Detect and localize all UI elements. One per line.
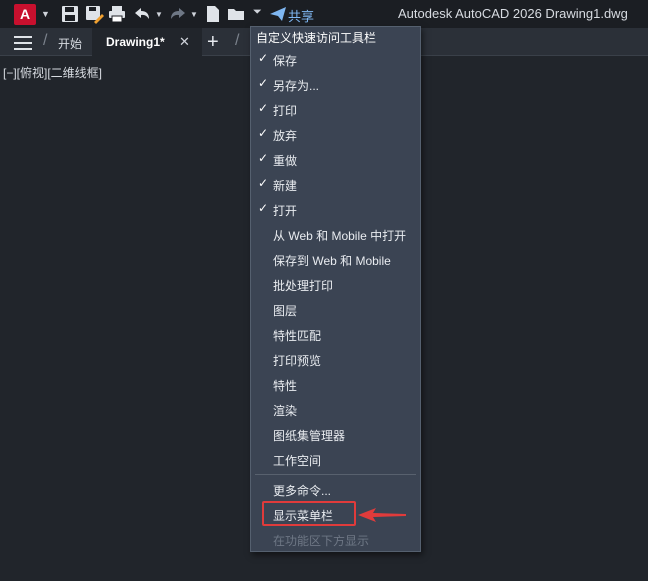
menu-item-plot-preview[interactable]: 打印预览 [251, 347, 420, 372]
menu-item-label: 从 Web 和 Mobile 中打开 [273, 229, 407, 243]
tab-divider: / [235, 32, 240, 49]
menu-item-label: 打印预览 [273, 354, 322, 368]
add-tab-button[interactable]: + [207, 32, 219, 52]
save-as-icon[interactable] [84, 4, 104, 24]
check-icon: ✓ [258, 76, 269, 90]
menu-item-label: 更多命令... [273, 484, 332, 498]
menu-item-workspace[interactable]: 工作空间 [251, 447, 420, 472]
tab-start[interactable]: 开始 [58, 35, 82, 52]
menu-item-label: 工作空间 [273, 454, 322, 468]
check-icon: ✓ [258, 51, 269, 65]
tab-drawing1-label: Drawing1* [106, 35, 165, 49]
tab-drawing1[interactable]: Drawing1* ✕ [92, 28, 202, 56]
menu-item-sheet-set-manager[interactable]: 图纸集管理器 [251, 422, 420, 447]
menu-item-label: 图纸集管理器 [273, 429, 346, 443]
new-icon[interactable] [203, 4, 223, 24]
menu-item-label: 新建 [273, 179, 298, 193]
share-label[interactable]: 共享 [288, 6, 314, 25]
menu-item-save[interactable]: ✓ 保存 [251, 47, 420, 72]
menu-item-match-properties[interactable]: 特性匹配 [251, 322, 420, 347]
menu-item-properties[interactable]: 特性 [251, 372, 420, 397]
annotation-arrow-icon [358, 508, 406, 522]
menu-item-label: 渲染 [273, 404, 298, 418]
undo-icon[interactable] [132, 4, 152, 24]
print-icon[interactable] [107, 4, 127, 24]
menu-item-label: 保存到 Web 和 Mobile [273, 254, 391, 268]
check-icon: ✓ [258, 126, 269, 140]
menu-item-label: 另存为... [273, 79, 320, 93]
menu-item-label: 在功能区下方显示 [273, 534, 370, 548]
menu-item-label: 打开 [273, 204, 298, 218]
redo-chevron-down-icon[interactable]: ▼ [190, 10, 198, 19]
menu-item-label: 放弃 [273, 129, 298, 143]
check-icon: ✓ [258, 201, 269, 215]
menu-item-undo[interactable]: ✓ 放弃 [251, 122, 420, 147]
hamburger-menu-icon[interactable] [14, 36, 32, 50]
menu-item-new[interactable]: ✓ 新建 [251, 172, 420, 197]
customize-dropdown-icon[interactable]: ⏷ [253, 6, 262, 19]
annotation-highlight-box [262, 501, 356, 526]
menu-item-label: 保存 [273, 54, 298, 68]
close-icon[interactable]: ✕ [179, 34, 190, 50]
redo-icon[interactable] [168, 4, 188, 24]
menu-item-open-from-web-mobile[interactable]: 从 Web 和 Mobile 中打开 [251, 222, 420, 247]
undo-chevron-down-icon[interactable]: ▼ [155, 10, 163, 19]
menu-item-layers[interactable]: 图层 [251, 297, 420, 322]
save-icon[interactable] [60, 4, 80, 24]
customize-quick-access-toolbar-menu: 自定义快速访问工具栏 ✓ 保存 ✓ 另存为... ✓ 打印 ✓ 放弃 ✓ 重做 ✓ 新建 ✓… [250, 26, 421, 552]
check-icon: ✓ [258, 101, 269, 115]
menu-item-label: 特性匹配 [273, 329, 322, 343]
open-icon[interactable] [226, 4, 246, 24]
menu-item-open[interactable]: ✓ 打开 [251, 197, 420, 222]
menu-item-label: 打印 [273, 104, 298, 118]
menu-item-label: 特性 [273, 379, 298, 393]
menu-item-label: 批处理打印 [273, 279, 334, 293]
share-icon[interactable] [268, 4, 288, 24]
menu-item-label: 图层 [273, 304, 298, 318]
menu-item-batch-plot[interactable]: 批处理打印 [251, 272, 420, 297]
menu-divider [255, 474, 416, 475]
check-icon: ✓ [258, 151, 269, 165]
menu-item-save-as[interactable]: ✓ 另存为... [251, 72, 420, 97]
menu-item-save-to-web-mobile[interactable]: 保存到 Web 和 Mobile [251, 247, 420, 272]
title-bar: A ▼ ▼ ▼ ⏷ 共享 Autodesk AutoCAD 2026 Drawi… [0, 0, 648, 28]
menu-item-redo[interactable]: ✓ 重做 [251, 147, 420, 172]
window-title: Autodesk AutoCAD 2026 Drawing1.dwg [398, 6, 628, 21]
menu-item-print[interactable]: ✓ 打印 [251, 97, 420, 122]
app-menu-chevron-down-icon[interactable]: ▼ [41, 9, 50, 19]
application-menu-button[interactable]: A [14, 4, 36, 25]
menu-title: 自定义快速访问工具栏 [256, 31, 377, 45]
menu-item-more-commands[interactable]: 更多命令... [251, 477, 420, 502]
check-icon: ✓ [258, 176, 269, 190]
tab-divider: / [43, 32, 48, 49]
menu-item-show-below-ribbon: 在功能区下方显示 [251, 527, 420, 552]
menu-item-render[interactable]: 渲染 [251, 397, 420, 422]
menu-item-label: 重做 [273, 154, 298, 168]
viewport-controls-label[interactable]: [−][俯视][二维线框] [3, 64, 102, 81]
